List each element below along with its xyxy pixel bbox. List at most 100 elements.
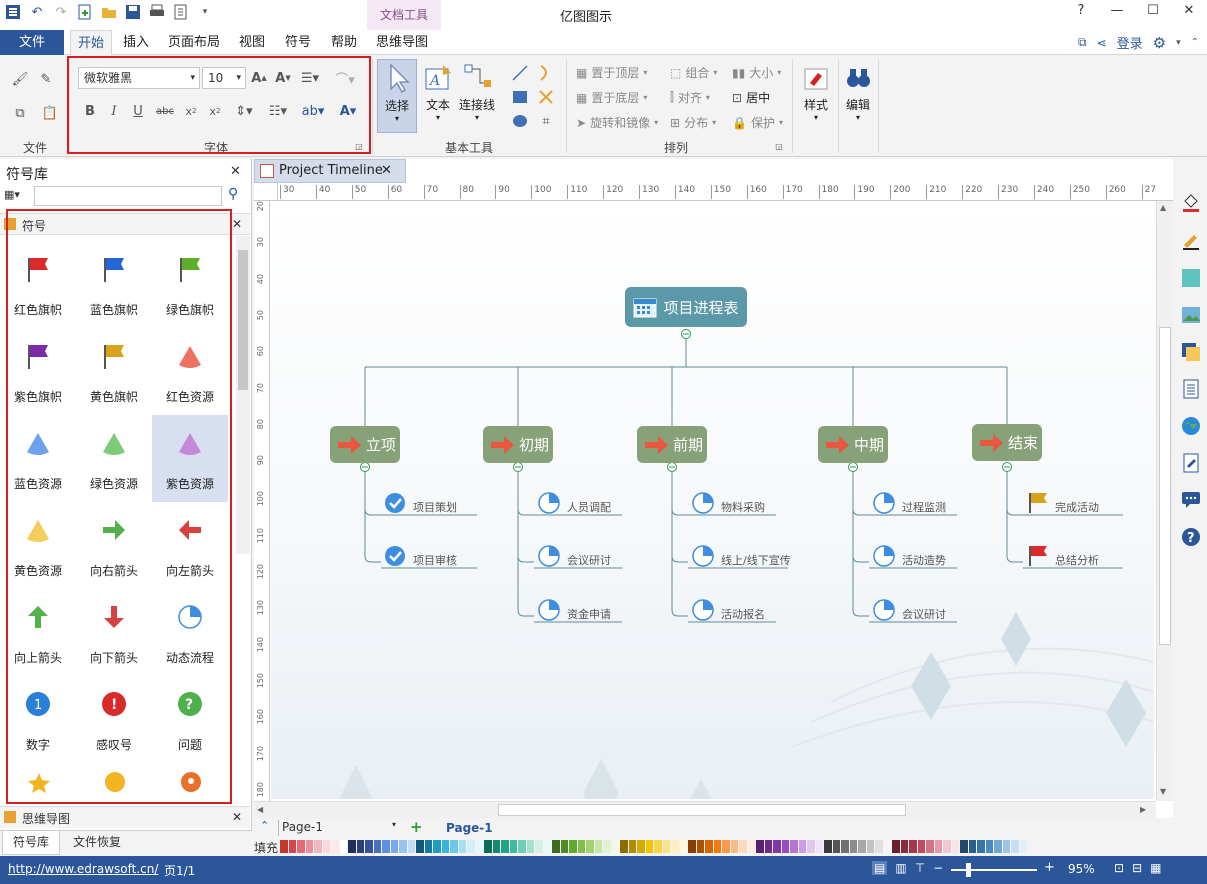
protect-button[interactable]: 🔒 保护 ▾ — [732, 114, 783, 131]
color-swatch[interactable] — [671, 840, 680, 853]
symbol-exclamation[interactable]: ! 感叹号 — [76, 676, 152, 763]
color-swatch[interactable] — [985, 840, 994, 853]
symbol-blue-cone[interactable]: 蓝色资源 — [0, 415, 76, 502]
color-swatch[interactable] — [926, 840, 935, 853]
color-swatch[interactable] — [450, 840, 459, 853]
comment-icon[interactable] — [1181, 490, 1201, 510]
export-icon[interactable] — [172, 3, 190, 21]
color-swatch[interactable] — [441, 840, 450, 853]
color-swatch[interactable] — [535, 840, 544, 853]
close-button[interactable]: ✕ — [1171, 0, 1207, 22]
open-icon[interactable] — [100, 3, 118, 21]
color-swatch[interactable] — [679, 840, 688, 853]
mindmap-section-header[interactable]: 思维导图 ✕ — [0, 806, 250, 828]
note-icon[interactable] — [1181, 453, 1201, 473]
color-swatch[interactable] — [815, 840, 824, 853]
color-swatch[interactable] — [356, 840, 365, 853]
color-swatch[interactable] — [365, 840, 374, 853]
gear-icon[interactable]: ⚙ — [1153, 34, 1166, 52]
redo-icon[interactable]: ↷ — [52, 3, 70, 21]
color-swatch[interactable] — [390, 840, 399, 853]
star-icon[interactable] — [26, 771, 52, 796]
mindmap-leaf[interactable]: 线上/线下宣传 — [721, 552, 791, 568]
share-screen-icon[interactable]: ⧉ — [1078, 35, 1087, 50]
color-swatch[interactable] — [594, 840, 603, 853]
color-swatch[interactable] — [858, 840, 867, 853]
vertical-scrollbar[interactable]: ▲ ▼ — [1156, 201, 1173, 801]
color-swatch[interactable] — [288, 840, 297, 853]
color-swatch[interactable] — [951, 840, 960, 853]
symbol-red-cone[interactable]: 红色资源 — [152, 328, 228, 415]
color-swatch[interactable] — [654, 840, 663, 853]
send-to-back-button[interactable]: ▦ 置于底层 ▾ — [576, 89, 647, 106]
help-question-icon[interactable]: ? — [1063, 0, 1099, 22]
color-swatch[interactable] — [492, 840, 501, 853]
tab-mindmap[interactable]: 思维导图 — [372, 30, 432, 55]
color-swatch[interactable] — [628, 840, 637, 853]
page-view-icon[interactable]: ▥ — [895, 861, 906, 875]
center-button[interactable]: ⊡ 居中 — [732, 89, 770, 106]
mindmap-leaf[interactable]: 会议研讨 — [902, 606, 946, 622]
crop-icon[interactable]: ⌗ — [536, 111, 556, 131]
mindmap-root-node[interactable]: 项目进程表 — [625, 287, 747, 327]
layer-icon[interactable] — [1181, 342, 1201, 362]
minimize-button[interactable]: — — [1099, 0, 1135, 22]
color-swatch[interactable] — [747, 840, 756, 853]
color-swatch[interactable] — [790, 840, 799, 853]
color-swatch[interactable] — [577, 840, 586, 853]
tab-view[interactable]: 视图 — [234, 30, 270, 55]
color-swatch[interactable] — [900, 840, 909, 853]
color-swatch[interactable] — [756, 840, 765, 853]
color-swatch[interactable] — [458, 840, 467, 853]
mindmap-branch-node[interactable]: 前期 — [637, 426, 707, 463]
group-button[interactable]: ⬚ 组合 ▾ — [670, 64, 717, 81]
symbol-arrow-right[interactable]: 向右箭头 — [76, 502, 152, 589]
help-icon[interactable]: ? — [1181, 527, 1201, 547]
color-swatch[interactable] — [603, 840, 612, 853]
mindmap-leaf[interactable]: 项目审核 — [413, 552, 457, 568]
mindmap-leaf[interactable]: 总结分析 — [1055, 552, 1099, 568]
globe-icon[interactable] — [1181, 416, 1201, 436]
close-mindmap-section-icon[interactable]: ✕ — [232, 810, 242, 824]
color-swatch[interactable] — [807, 840, 816, 853]
color-swatch[interactable] — [475, 840, 484, 853]
color-swatch[interactable] — [339, 840, 348, 853]
badge-icon[interactable] — [178, 771, 204, 796]
scroll-up-icon[interactable]: ▲ — [1160, 203, 1166, 212]
mindmap-leaf[interactable]: 人员调配 — [567, 499, 611, 515]
scroll-right-icon[interactable]: ▶ — [1140, 805, 1146, 814]
library-category-icon[interactable]: ▦▾ — [4, 188, 32, 206]
color-swatch[interactable] — [688, 840, 697, 853]
color-swatch[interactable] — [943, 840, 952, 853]
color-swatch[interactable] — [611, 840, 620, 853]
color-swatch[interactable] — [832, 840, 841, 853]
share-icon[interactable]: ⋖ — [1097, 36, 1107, 50]
mindmap-leaf[interactable]: 物料采购 — [721, 499, 765, 515]
color-swatch[interactable] — [824, 840, 833, 853]
color-swatch[interactable] — [569, 840, 578, 853]
color-swatch[interactable] — [977, 840, 986, 853]
zoom-out-icon[interactable]: − — [933, 861, 943, 875]
color-swatch[interactable] — [305, 840, 314, 853]
image-icon[interactable] — [1181, 305, 1201, 325]
page-list-icon[interactable] — [1181, 379, 1201, 399]
symbol-pie-progress[interactable]: 动态流程 — [152, 589, 228, 676]
color-swatch[interactable] — [645, 840, 654, 853]
color-swatch[interactable] — [637, 840, 646, 853]
color-swatch[interactable] — [322, 840, 331, 853]
mindmap-branch-node[interactable]: 初期 — [483, 426, 553, 463]
color-swatch[interactable] — [934, 840, 943, 853]
mindmap-leaf[interactable]: 项目策划 — [413, 499, 457, 515]
login-link[interactable]: 登录 — [1117, 33, 1143, 52]
distribute-button[interactable]: ⊞ 分布 ▾ — [670, 114, 716, 131]
close-document-icon[interactable]: ✕ — [381, 160, 392, 182]
symbol-red-flag[interactable]: 红色旗帜 — [0, 241, 76, 328]
mindmap-branch-node[interactable]: 立项 — [330, 426, 400, 463]
mindmap-leaf[interactable]: 资金申请 — [567, 606, 611, 622]
format-painter-icon[interactable]: 🖌 — [10, 69, 30, 89]
tab-insert[interactable]: 插入 — [118, 30, 154, 55]
color-swatch[interactable] — [407, 840, 416, 853]
document-tab[interactable]: Project Timeline ✕ — [254, 159, 406, 183]
color-swatch[interactable] — [399, 840, 408, 853]
clear-format-icon[interactable]: ✎ — [36, 69, 56, 89]
